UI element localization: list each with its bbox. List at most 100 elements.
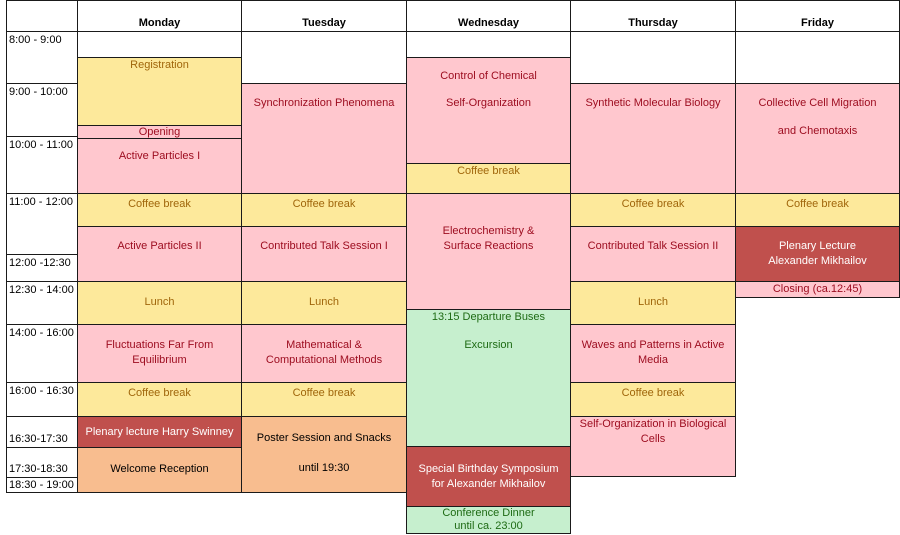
time-slot: 17:30-18:30 [6,447,78,478]
header-monday: Monday [77,0,242,32]
empty-slot [735,31,900,84]
empty-slot [406,31,571,58]
event-poster-session[interactable]: Poster Session and Snacks until 19:30 [241,416,407,493]
event-label: until ca. 23:00 [454,520,523,532]
event-registration[interactable]: Registration [77,57,242,126]
event-collective-cell-migration[interactable]: Collective Cell Migration and Chemotaxis [735,83,900,194]
event-label: Excursion [464,339,513,351]
event-contributed-talks-1[interactable]: Contributed Talk Session I [241,226,407,282]
header-friday: Friday [735,0,900,32]
header-tuesday: Tuesday [241,0,407,32]
event-label: Collective Cell Migration [758,97,877,109]
event-control-chemical[interactable]: Control of Chemical Self-Organization [406,57,571,164]
event-plenary-swinney[interactable]: Plenary lecture Harry Swinney [77,416,242,448]
event-contributed-talks-2[interactable]: Contributed Talk Session II [570,226,736,282]
event-label: Contributed Talk Session I [260,240,388,252]
event-label: Self-Organization [446,97,531,109]
event-plenary-mikhailov[interactable]: Plenary Lecture Alexander Mikhailov [735,226,900,282]
event-excursion[interactable]: 13:15 Departure Buses Excursion [406,309,571,447]
time-slot: 11:00 - 12:00 [6,193,78,255]
event-mathematical-methods[interactable]: Mathematical & Computational Methods [241,324,407,383]
event-synthetic-biology[interactable]: Synthetic Molecular Biology [570,83,736,194]
event-waves-patterns[interactable]: Waves and Patterns in Active Media [570,324,736,383]
event-welcome-reception[interactable]: Welcome Reception [77,447,242,493]
event-label: Coffee break [128,198,191,210]
event-label: Lunch [638,296,668,308]
event-coffee-break[interactable]: Coffee break [406,163,571,194]
event-label: Coffee break [292,387,356,399]
event-active-particles-2[interactable]: Active Particles II [77,226,242,282]
event-label: Synchronization Phenomena [253,97,395,109]
event-coffee-break[interactable]: Coffee break [77,382,242,417]
event-label: for Alexander Mikhailov [431,478,546,490]
event-label: Special Birthday Symposium [418,463,559,475]
event-label: Coffee break [621,198,685,210]
event-label: Lunch [144,296,175,308]
event-label: Opening [138,126,181,138]
event-label: Electrochemistry & [442,225,535,237]
event-label: Control of Chemical [440,70,537,82]
event-label: Plenary lecture Harry Swinney [85,426,234,438]
time-slot: 14:00 - 16:00 [6,324,78,383]
event-label: Waves and Patterns in Active [581,339,725,351]
event-label: Active Particles II [117,240,202,252]
event-label: Registration [130,59,189,71]
time-slot: 16:30-17:30 [6,416,78,448]
header-thursday: Thursday [570,0,736,32]
header-wednesday: Wednesday [406,0,571,32]
time-slot: 8:00 - 9:00 [6,31,78,84]
event-coffee-break[interactable]: Coffee break [570,382,736,417]
event-birthday-symposium[interactable]: Special Birthday Symposium for Alexander … [406,446,571,507]
event-lunch[interactable]: Lunch [77,281,242,325]
event-self-organization-cells[interactable]: Self-Organization in Biological Cells [570,416,736,477]
event-label: Coffee break [292,198,356,210]
event-label: Coffee break [457,165,520,177]
event-coffee-break[interactable]: Coffee break [241,382,407,417]
event-label: Contributed Talk Session II [587,240,719,252]
event-label: Coffee break [128,387,191,399]
empty-slot [570,31,736,84]
event-label: Welcome Reception [110,463,209,475]
time-slot: 12:30 - 14:00 [6,281,78,325]
event-label: and Chemotaxis [777,125,858,137]
event-lunch[interactable]: Lunch [241,281,407,325]
event-synchronization[interactable]: Synchronization Phenomena [241,83,407,194]
event-label: Plenary Lecture [778,240,857,252]
event-opening[interactable]: Opening [77,125,242,139]
event-label: Media [638,354,668,366]
event-label: Computational Methods [265,354,383,366]
time-slot: 9:00 - 10:00 [6,83,78,137]
event-label: Lunch [309,296,339,308]
event-active-particles-1[interactable]: Active Particles I [77,138,242,194]
event-coffee-break[interactable]: Coffee break [77,193,242,227]
event-label: Self-Organization in Biological [579,418,727,430]
event-closing[interactable]: Closing (ca.12:45) [735,281,900,298]
event-coffee-break[interactable]: Coffee break [570,193,736,227]
time-slot: 18:30 - 19:00 [6,477,78,493]
event-fluctuations[interactable]: Fluctuations Far From Equilibrium [77,324,242,383]
event-conference-dinner[interactable]: Conference Dinner until ca. 23:00 [406,506,571,534]
event-label: Coffee break [786,198,849,210]
event-lunch[interactable]: Lunch [570,281,736,325]
event-label: Conference Dinner [442,507,535,519]
event-label: Equilibrium [132,354,187,366]
event-label: Surface Reactions [443,240,534,252]
event-label: Mathematical & [286,339,362,351]
empty-slot [77,31,242,58]
header-corner [6,0,78,32]
time-slot: 16:00 - 16:30 [6,382,78,417]
event-label: Synthetic Molecular Biology [585,97,721,109]
event-label: 13:15 Departure Buses [431,311,546,323]
event-label: Active Particles I [118,150,201,162]
time-slot: 10:00 - 11:00 [6,136,78,194]
event-label: Coffee break [621,387,685,399]
event-coffee-break[interactable]: Coffee break [735,193,900,227]
event-electrochemistry[interactable]: Electrochemistry & Surface Reactions [406,193,571,310]
time-slot: 12:00 -12:30 [6,254,78,282]
event-coffee-break[interactable]: Coffee break [241,193,407,227]
event-label: Fluctuations Far From [105,339,214,351]
event-label: Poster Session and Snacks [256,432,392,444]
